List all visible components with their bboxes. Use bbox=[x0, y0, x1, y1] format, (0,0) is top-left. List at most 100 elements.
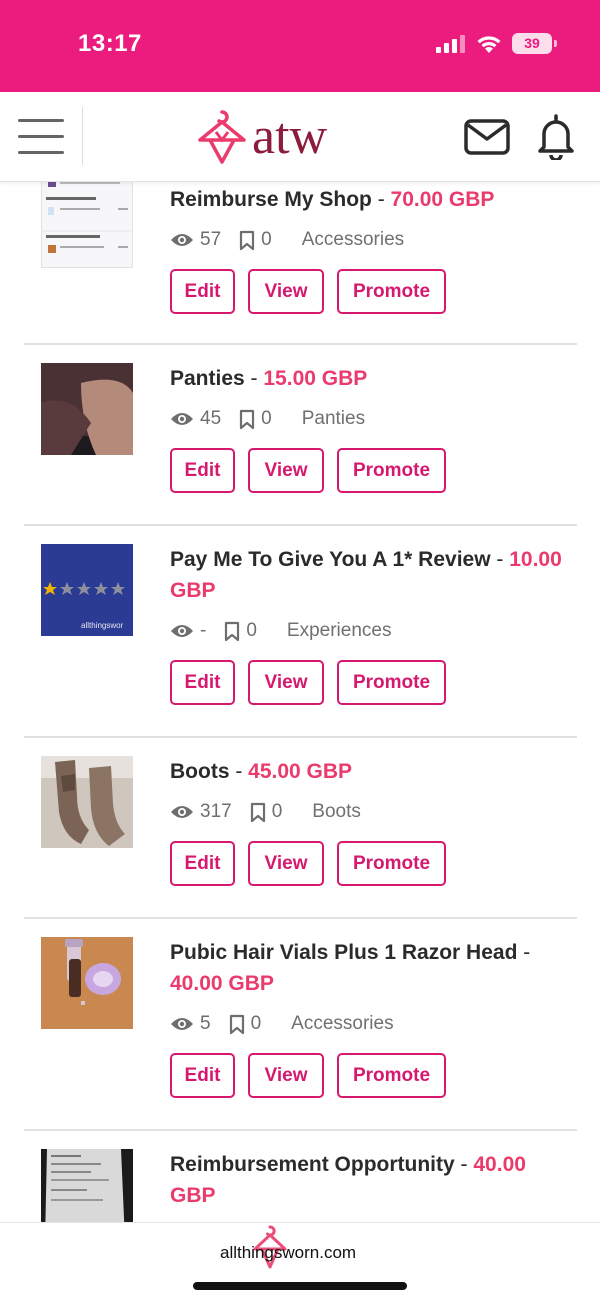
view-button[interactable]: View bbox=[248, 660, 324, 705]
saves-count: 0 bbox=[261, 229, 272, 250]
home-indicator[interactable] bbox=[193, 1282, 407, 1290]
listing-actions: Edit View Promote bbox=[170, 1053, 565, 1098]
site-header: atw bbox=[0, 92, 600, 182]
edit-button[interactable]: Edit bbox=[170, 269, 235, 314]
listing-meta: - 0 Experiences bbox=[170, 616, 565, 646]
views-count: 5 bbox=[200, 1013, 211, 1034]
view-button[interactable]: View bbox=[248, 448, 324, 493]
listing-thumbnail[interactable] bbox=[41, 756, 133, 848]
saves-count: 0 bbox=[250, 1013, 262, 1034]
views-count: 317 bbox=[200, 801, 232, 822]
listing-price: 40.00 GBP bbox=[170, 972, 274, 995]
listing-item: Reimbursement Opportunity - 40.00 GBP bbox=[24, 1149, 577, 1222]
listing-title-line[interactable]: Pay Me To Give You A 1* Review - 10.00 G… bbox=[170, 544, 565, 606]
listing-title: Reimburse My Shop bbox=[170, 188, 372, 211]
listing-divider bbox=[24, 1129, 577, 1131]
listing-divider bbox=[24, 524, 577, 526]
views-count: - bbox=[200, 620, 207, 641]
saves-count: 0 bbox=[246, 620, 257, 641]
saves-count: 0 bbox=[271, 801, 283, 822]
battery-icon: 39 bbox=[512, 33, 557, 54]
bookmark-icon bbox=[229, 1014, 244, 1034]
views-stat: 5 bbox=[170, 1013, 211, 1035]
eye-icon bbox=[171, 625, 193, 637]
saves-stat: 0 bbox=[239, 408, 272, 430]
wifi-icon bbox=[477, 36, 501, 53]
listing-actions: Edit View Promote bbox=[170, 660, 565, 705]
status-icons: 39 bbox=[436, 33, 557, 54]
listing-category: Accessories bbox=[301, 229, 405, 250]
promote-button[interactable]: Promote bbox=[337, 1053, 446, 1098]
bookmark-icon bbox=[225, 621, 240, 641]
view-button[interactable]: View bbox=[248, 269, 324, 314]
listing-divider bbox=[24, 343, 577, 345]
listing-thumbnail[interactable] bbox=[41, 363, 133, 455]
status-bar: 13:17 39 bbox=[0, 0, 600, 92]
menu-icon[interactable] bbox=[18, 119, 64, 155]
listing-title-line[interactable]: Pubic Hair Vials Plus 1 Razor Head - 40.… bbox=[170, 937, 565, 999]
site-logo[interactable]: atw bbox=[196, 108, 327, 166]
promote-button[interactable]: Promote bbox=[337, 660, 446, 705]
listing-actions: Edit View Promote bbox=[170, 269, 565, 314]
listing-meta: 317 0 Boots bbox=[170, 797, 565, 827]
promote-button[interactable]: Promote bbox=[337, 269, 446, 314]
bottom-url-bar: allthingsworn.com bbox=[0, 1222, 600, 1301]
promote-button[interactable]: Promote bbox=[337, 841, 446, 886]
header-divider bbox=[82, 107, 83, 165]
listing-thumbnail[interactable] bbox=[41, 1149, 133, 1222]
edit-button[interactable]: Edit bbox=[170, 841, 235, 886]
views-count: 57 bbox=[200, 229, 222, 250]
listing-item: Pubic Hair Vials Plus 1 Razor Head - 40.… bbox=[24, 937, 577, 1127]
edit-button[interactable]: Edit bbox=[170, 448, 235, 493]
views-stat: 317 bbox=[170, 801, 232, 823]
listing-title: Pay Me To Give You A 1* Review bbox=[170, 548, 491, 571]
bookmark-icon bbox=[240, 409, 255, 429]
view-button[interactable]: View bbox=[248, 1053, 324, 1098]
listing-title: Pubic Hair Vials Plus 1 Razor Head bbox=[170, 941, 518, 964]
eye-icon bbox=[171, 234, 193, 246]
listing-meta: 57 0 Accessories bbox=[170, 225, 565, 255]
listing-price: 70.00 GBP bbox=[390, 188, 495, 211]
hanger-logo-icon bbox=[198, 110, 246, 164]
bookmark-icon bbox=[250, 802, 265, 822]
views-stat: 45 bbox=[170, 408, 221, 430]
listing-title-line[interactable]: Boots - 45.00 GBP bbox=[170, 756, 565, 787]
listing-item: Boots - 45.00 GBP 317 0 Boots Edit View … bbox=[24, 756, 577, 916]
views-stat: 57 bbox=[170, 229, 221, 251]
listing-meta: 5 0 Accessories bbox=[170, 1009, 565, 1039]
site-url[interactable]: allthingsworn.com bbox=[220, 1243, 356, 1263]
listing-thumbnail[interactable] bbox=[41, 182, 133, 268]
listing-item: Panties - 15.00 GBP 45 0 Panties Edit Vi… bbox=[24, 363, 577, 523]
listing-price: 15.00 GBP bbox=[263, 367, 368, 390]
listing-thumbnail[interactable] bbox=[41, 937, 133, 1029]
listing-title: Reimbursement Opportunity bbox=[170, 1153, 455, 1176]
eye-icon bbox=[171, 413, 193, 425]
listing-title-line[interactable]: Reimburse My Shop - 70.00 GBP bbox=[170, 184, 565, 215]
eye-icon bbox=[171, 1018, 193, 1030]
mail-icon[interactable] bbox=[464, 119, 510, 155]
views-stat: - bbox=[170, 620, 206, 642]
listing-thumbnail[interactable]: allthingswor bbox=[41, 544, 133, 636]
listing-title-line[interactable]: Panties - 15.00 GBP bbox=[170, 363, 565, 394]
saves-stat: 0 bbox=[250, 801, 283, 823]
saves-stat: 0 bbox=[229, 1013, 262, 1035]
listing-divider bbox=[24, 917, 577, 919]
eye-icon bbox=[171, 806, 193, 818]
thumb-watermark: allthingswor bbox=[81, 621, 124, 630]
listing-category: Panties bbox=[301, 408, 366, 429]
bell-icon[interactable] bbox=[536, 114, 576, 160]
listing-divider bbox=[24, 736, 577, 738]
listing-category: Experiences bbox=[286, 620, 392, 641]
listing-title-line[interactable]: Reimbursement Opportunity - 40.00 GBP bbox=[170, 1149, 565, 1211]
view-button[interactable]: View bbox=[248, 841, 324, 886]
bookmark-icon bbox=[240, 230, 255, 250]
edit-button[interactable]: Edit bbox=[170, 660, 235, 705]
listing-actions: Edit View Promote bbox=[170, 448, 565, 493]
logo-text: atw bbox=[252, 108, 328, 165]
signal-icon bbox=[436, 34, 465, 53]
promote-button[interactable]: Promote bbox=[337, 448, 446, 493]
edit-button[interactable]: Edit bbox=[170, 1053, 235, 1098]
listing-item: allthingswor Pay Me To Give You A 1* Rev… bbox=[24, 544, 577, 734]
listing-price: 45.00 GBP bbox=[248, 760, 353, 783]
listings-list: Reimburse My Shop - 70.00 GBP 57 0 Acces… bbox=[0, 182, 600, 1222]
